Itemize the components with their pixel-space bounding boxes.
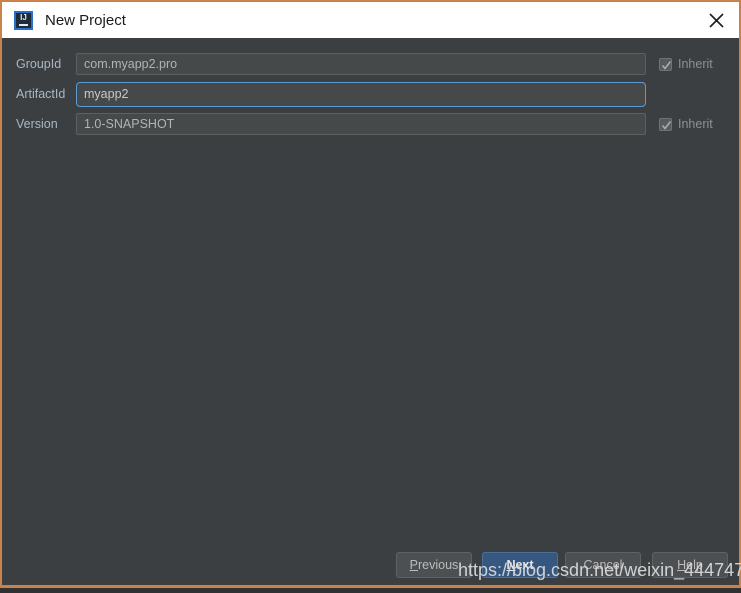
version-inherit-checkbox[interactable] (659, 117, 672, 131)
previous-mnemonic: P (409, 558, 419, 572)
form-row-groupid: GroupId com.myapp2.pro Inherit (2, 52, 739, 76)
help-mnemonic: H (677, 558, 687, 572)
checkmark-icon (661, 60, 672, 70)
version-inherit-group[interactable]: Inherit (659, 117, 713, 131)
next-button[interactable]: Next (482, 552, 558, 578)
version-inherit-label: Inherit (678, 117, 713, 131)
next-button-label-rest: ext (515, 558, 534, 572)
form-row-artifactid: ArtifactId myapp2 (2, 81, 739, 107)
previous-button[interactable]: Previous (396, 552, 472, 578)
previous-button-label-rest: revious (418, 558, 459, 572)
groupid-inherit-checkbox[interactable] (659, 57, 672, 71)
dialog-button-bar: Previous Next Cancel Help (2, 552, 739, 582)
new-project-dialog: IJ New Project GroupId com.myapp2.pro In… (0, 0, 741, 593)
artifactid-input[interactable]: myapp2 (76, 81, 646, 107)
help-button-label-rest: elp (686, 558, 703, 572)
next-mnemonic: N (506, 558, 516, 572)
desktop-background-strip (0, 588, 741, 593)
intellij-idea-icon: IJ (14, 10, 33, 30)
close-glyph (708, 13, 724, 28)
close-icon[interactable] (701, 8, 731, 32)
groupid-inherit-label: Inherit (678, 57, 713, 71)
groupid-label: GroupId (16, 57, 62, 71)
app-icon-text: IJ (20, 12, 27, 22)
checkmark-icon (661, 120, 672, 130)
page-title: New Project (45, 11, 126, 29)
artifactid-label: ArtifactId (16, 87, 66, 101)
form-row-version: Version 1.0-SNAPSHOT Inherit (2, 112, 739, 136)
dialog-titlebar: IJ New Project (2, 2, 739, 38)
version-label: Version (16, 117, 58, 131)
help-button[interactable]: Help (652, 552, 728, 578)
dialog-content-panel: GroupId com.myapp2.pro Inherit ArtifactI… (2, 38, 739, 591)
groupid-input[interactable]: com.myapp2.pro (76, 53, 646, 75)
app-icon-underline (19, 23, 28, 26)
cancel-button[interactable]: Cancel (565, 552, 641, 578)
version-input[interactable]: 1.0-SNAPSHOT (76, 113, 646, 135)
groupid-inherit-group[interactable]: Inherit (659, 57, 713, 71)
